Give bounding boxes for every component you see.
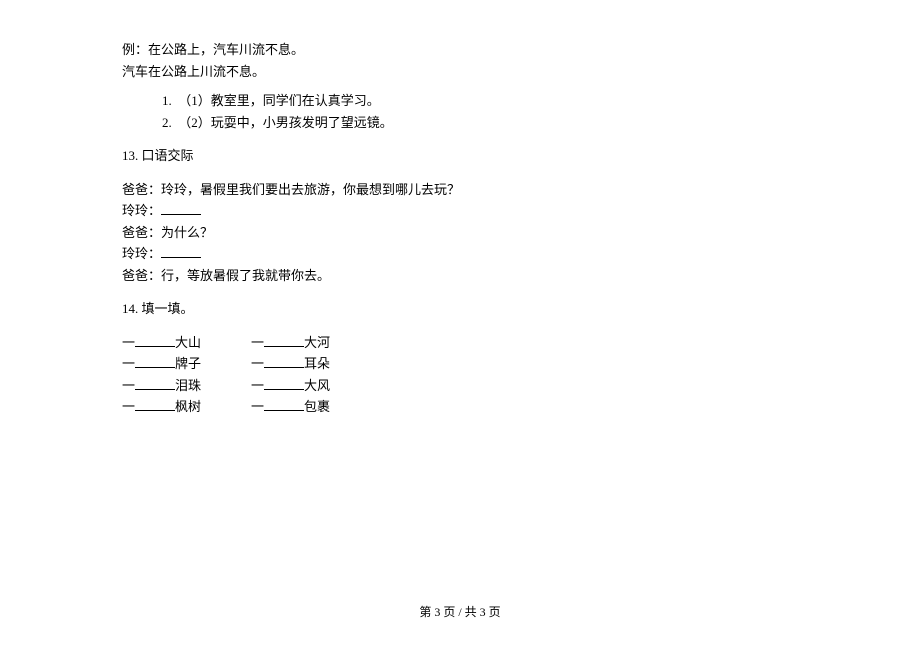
- example-line-2: 汽车在公路上川流不息。: [122, 62, 798, 82]
- fill-blank[interactable]: [135, 354, 175, 368]
- fill-blank[interactable]: [264, 333, 304, 347]
- dialogue-line-5: 爸爸：行，等放暑假了我就带你去。: [122, 266, 798, 286]
- sub-item-1-text: （1）教室里，同学们在认真学习。: [178, 93, 380, 108]
- fill-blank[interactable]: [135, 333, 175, 347]
- fill-suffix: 牌子: [175, 356, 201, 371]
- fill-suffix: 耳朵: [304, 356, 330, 371]
- fill-prefix: 一: [251, 335, 264, 350]
- example-line-1: 例：在公路上，汽车川流不息。: [122, 40, 798, 60]
- sub-item-1: 1. （1）教室里，同学们在认真学习。: [162, 91, 798, 111]
- fill-suffix: 大河: [304, 335, 330, 350]
- dialogue-line-2: 玲玲：: [122, 201, 798, 221]
- dialogue-2-prefix: 玲玲：: [122, 203, 161, 218]
- fill-prefix: 一: [251, 356, 264, 371]
- fill-cell-right: 一 大风: [251, 376, 380, 398]
- sub-item-2-num: 2.: [162, 115, 172, 130]
- fill-suffix: 泪珠: [175, 378, 201, 393]
- fill-row: 一 大山 一 大河: [122, 333, 380, 355]
- fill-prefix: 一: [251, 378, 264, 393]
- fill-blank[interactable]: [264, 397, 304, 411]
- sub-items-list: 1. （1）教室里，同学们在认真学习。 2. （2）玩耍中，小男孩发明了望远镜。: [122, 91, 798, 132]
- fill-row: 一 泪珠 一 大风: [122, 376, 380, 398]
- fill-blank[interactable]: [161, 201, 201, 215]
- fill-row: 一 牌子 一 耳朵: [122, 354, 380, 376]
- fill-prefix: 一: [122, 335, 135, 350]
- sub-item-1-num: 1.: [162, 93, 172, 108]
- fill-blank[interactable]: [161, 244, 201, 258]
- fill-cell-left: 一 枫树: [122, 397, 251, 419]
- fill-grid: 一大山 一大河 一牌子 一耳朵 一泪珠 一大风: [122, 333, 798, 419]
- fill-prefix: 一: [122, 399, 135, 414]
- dialogue-line-1: 爸爸：玲玲，暑假里我们要出去旅游，你最想到哪儿去玩？: [122, 180, 798, 200]
- example-block: 例：在公路上，汽车川流不息。 汽车在公路上川流不息。: [122, 40, 798, 81]
- sub-item-2: 2. （2）玩耍中，小男孩发明了望远镜。: [162, 113, 798, 133]
- dialogue-4-prefix: 玲玲：: [122, 246, 161, 261]
- fill-suffix: 枫树: [175, 399, 201, 414]
- section-14-title: 14. 填一填。: [122, 299, 798, 319]
- fill-suffix: 大山: [175, 335, 201, 350]
- fill-cell-right: 一 大河: [251, 333, 380, 355]
- dialogue-block: 爸爸：玲玲，暑假里我们要出去旅游，你最想到哪儿去玩？ 玲玲： 爸爸：为什么？ 玲…: [122, 180, 798, 286]
- fill-suffix: 大风: [304, 378, 330, 393]
- page-footer: 第 3 页 / 共 3 页: [0, 603, 920, 620]
- fill-prefix: 一: [251, 399, 264, 414]
- fill-cell-right: 一 包裹: [251, 397, 380, 419]
- fill-blank[interactable]: [264, 354, 304, 368]
- fill-blank[interactable]: [135, 376, 175, 390]
- fill-suffix: 包裹: [304, 399, 330, 414]
- fill-cell-right: 一 耳朵: [251, 354, 380, 376]
- fill-blank[interactable]: [264, 376, 304, 390]
- document-content: 例：在公路上，汽车川流不息。 汽车在公路上川流不息。 1. （1）教室里，同学们…: [0, 0, 920, 419]
- dialogue-line-4: 玲玲：: [122, 244, 798, 264]
- fill-row: 一 枫树 一 包裹: [122, 397, 380, 419]
- fill-prefix: 一: [122, 378, 135, 393]
- section-13-title: 13. 口语交际: [122, 146, 798, 166]
- fill-cell-left: 一 泪珠: [122, 376, 251, 398]
- fill-cell-left: 一 大山: [122, 333, 251, 355]
- dialogue-line-3: 爸爸：为什么？: [122, 223, 798, 243]
- sub-item-2-text: （2）玩耍中，小男孩发明了望远镜。: [178, 115, 393, 130]
- fill-blank[interactable]: [135, 397, 175, 411]
- fill-cell-left: 一 牌子: [122, 354, 251, 376]
- fill-prefix: 一: [122, 356, 135, 371]
